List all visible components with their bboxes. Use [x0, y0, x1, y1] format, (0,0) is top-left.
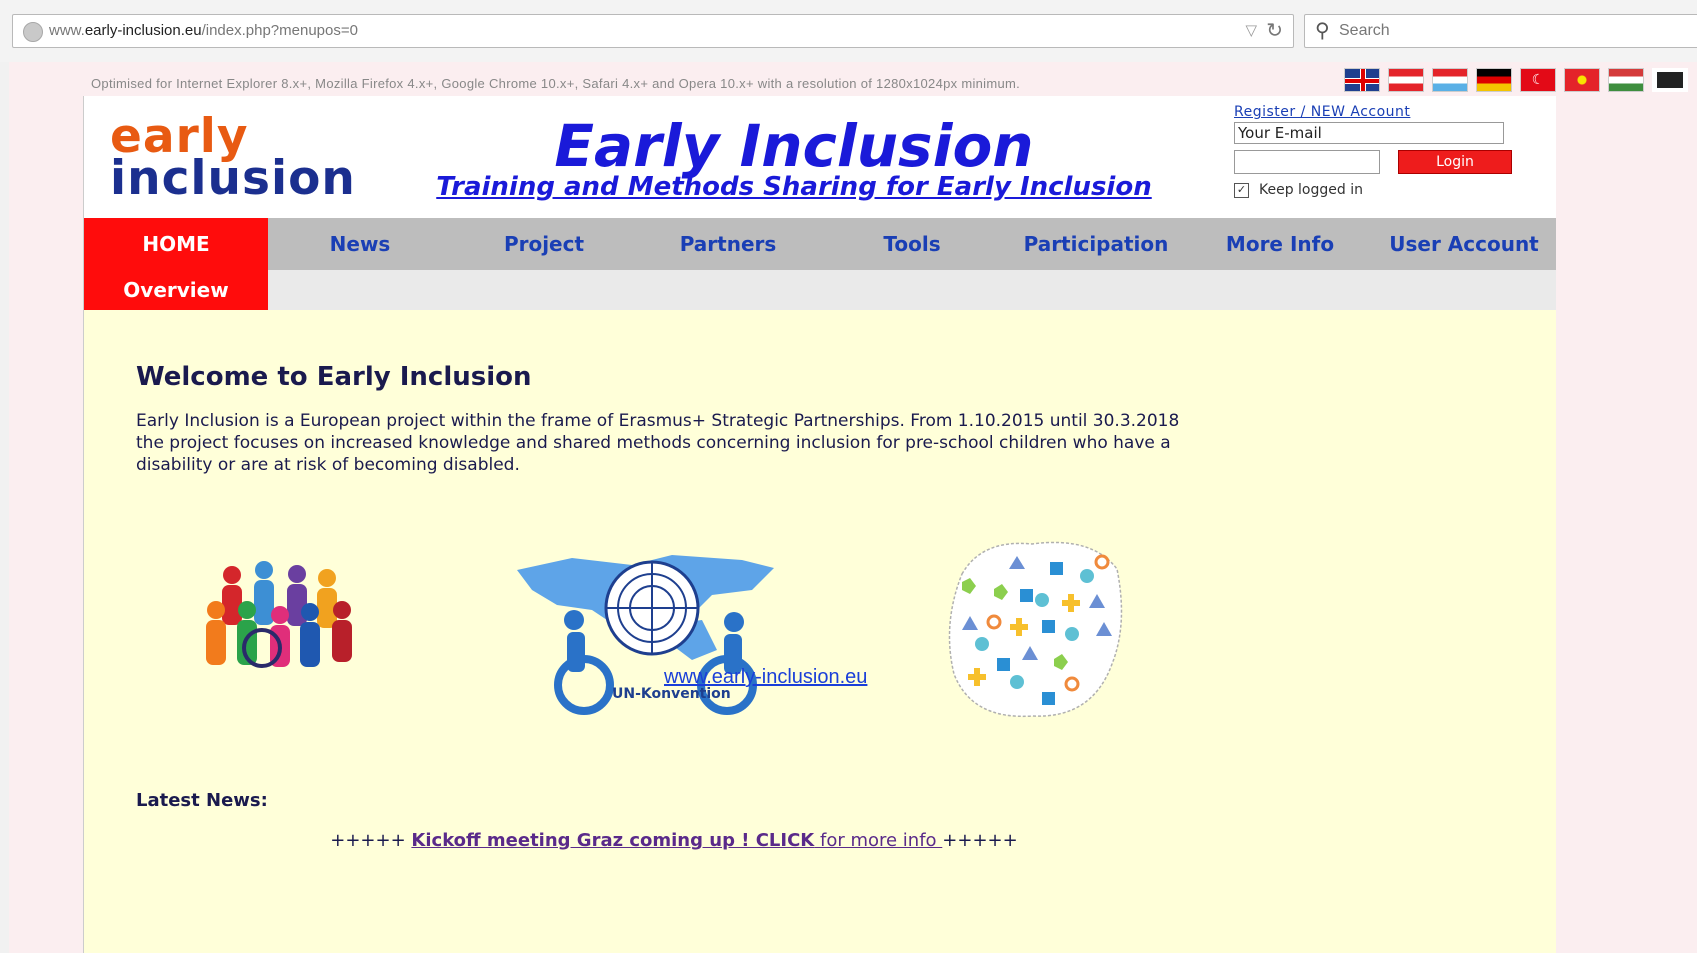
- nav-home[interactable]: HOME: [84, 218, 268, 270]
- language-selector: ☾: [1344, 68, 1688, 94]
- register-link[interactable]: Register / NEW Account: [1234, 104, 1534, 120]
- subnav-overview[interactable]: Overview: [84, 270, 268, 310]
- main-content: Welcome to Early Inclusion Early Inclusi…: [84, 310, 1556, 953]
- latest-news-heading: Latest News:: [136, 790, 268, 811]
- keep-logged-checkbox[interactable]: ✓: [1234, 182, 1249, 198]
- browser-toolbar: www.early-inclusion.eu/index.php?menupos…: [0, 0, 1697, 63]
- hungary-flag-icon[interactable]: [1608, 68, 1644, 92]
- uk-flag-icon[interactable]: [1344, 68, 1380, 92]
- email-field[interactable]: Your E-mail: [1234, 122, 1504, 144]
- nav-tools[interactable]: Tools: [820, 218, 1004, 270]
- display-settings-icon[interactable]: [1652, 68, 1688, 92]
- page-title: Welcome to Early Inclusion: [136, 362, 532, 392]
- history-dropdown-icon[interactable]: ▽: [1245, 21, 1257, 39]
- reload-icon[interactable]: ↻: [1266, 18, 1283, 42]
- diverse-people-image: [206, 561, 352, 668]
- web-page: Optimised for Internet Explorer 8.x+, Mo…: [9, 62, 1697, 953]
- kickoff-news-link[interactable]: Kickoff meeting Graz coming up ! CLICK: [411, 830, 814, 851]
- intro-paragraph: Early Inclusion is a European project wi…: [136, 411, 1180, 475]
- diversity-shapes-image: [948, 541, 1123, 718]
- news-ticker: +++++ Kickoff meeting Graz coming up ! C…: [330, 830, 1018, 851]
- nav-partners[interactable]: Partners: [636, 218, 820, 270]
- main-nav: HOME News Project Partners Tools Partici…: [84, 218, 1556, 270]
- austria-flag-icon[interactable]: [1388, 68, 1424, 92]
- browser-compat-note: Optimised for Internet Explorer 8.x+, Mo…: [91, 76, 1021, 91]
- address-bar[interactable]: www.early-inclusion.eu/index.php?menupos…: [12, 14, 1294, 48]
- nav-news[interactable]: News: [268, 218, 452, 270]
- more-info-link[interactable]: for more info: [814, 830, 942, 851]
- login-box: Register / NEW Account Your E-mail Login…: [1234, 104, 1534, 198]
- keep-logged-label: Keep logged in: [1259, 182, 1363, 198]
- site-identity-icon[interactable]: [23, 22, 43, 42]
- nav-more-info[interactable]: More Info: [1188, 218, 1372, 270]
- address-url[interactable]: www.early-inclusion.eu/index.php?menupos…: [49, 22, 358, 39]
- password-field[interactable]: [1234, 150, 1380, 174]
- site-url-link[interactable]: www.early-inclusion.eu: [664, 666, 867, 689]
- page-edge: [0, 62, 9, 953]
- nav-user-account[interactable]: User Account: [1372, 218, 1556, 270]
- turkey-flag-icon[interactable]: ☾: [1520, 68, 1556, 92]
- luxembourg-flag-icon[interactable]: [1432, 68, 1468, 92]
- site-container: early inclusion Early Inclusion Training…: [83, 96, 1556, 953]
- nav-participation[interactable]: Participation: [1004, 218, 1188, 270]
- search-icon: ⚲: [1315, 18, 1330, 42]
- login-button[interactable]: Login: [1398, 150, 1512, 174]
- search-bar[interactable]: ⚲ Search: [1304, 14, 1697, 48]
- sub-nav: Overview: [84, 270, 1556, 310]
- germany-flag-icon[interactable]: [1476, 68, 1512, 92]
- macedonia-flag-icon[interactable]: [1564, 68, 1600, 92]
- search-placeholder: Search: [1339, 22, 1390, 39]
- nav-project[interactable]: Project: [452, 218, 636, 270]
